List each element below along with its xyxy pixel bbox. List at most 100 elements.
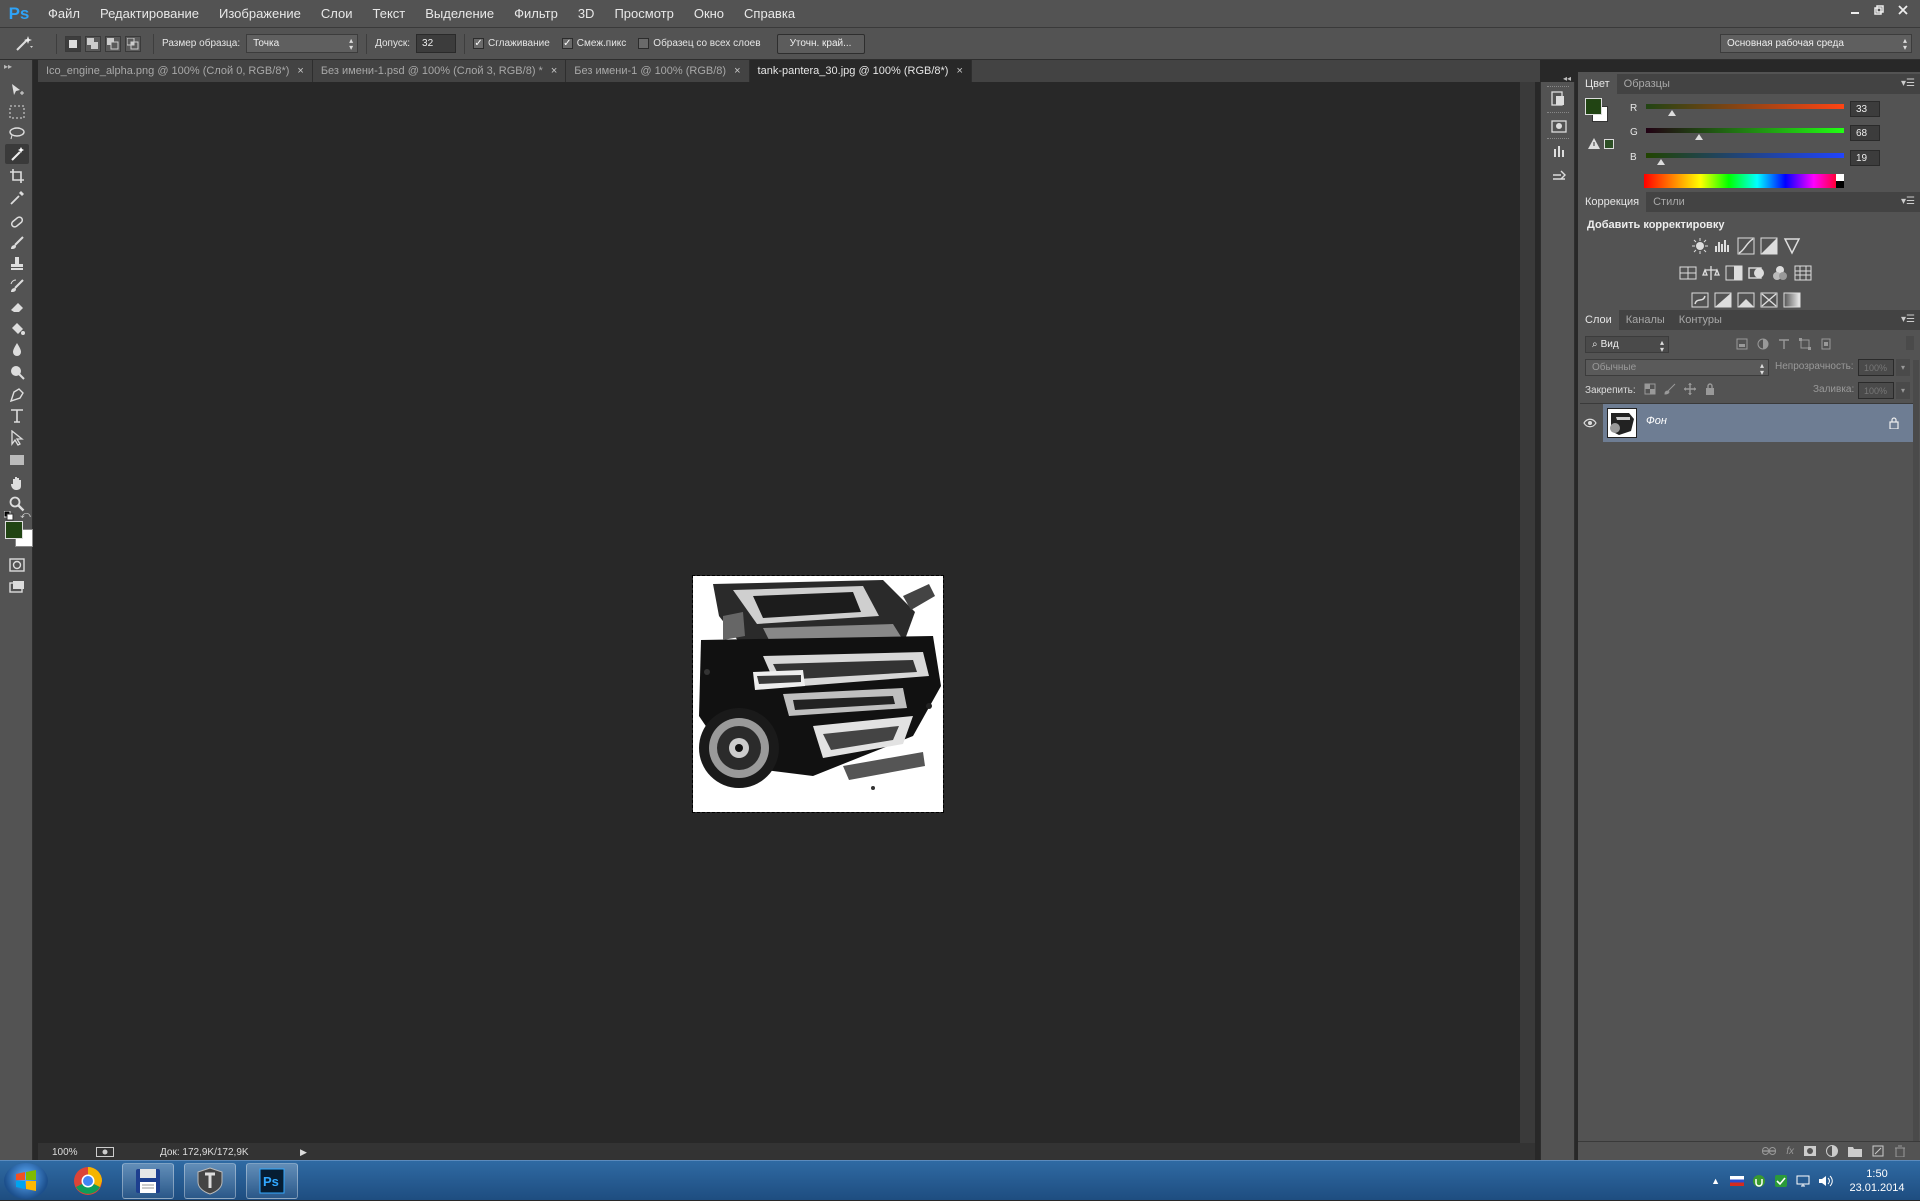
close-tab-icon[interactable]: × bbox=[551, 65, 557, 77]
dodge-icon[interactable] bbox=[5, 362, 29, 382]
selective-color-icon[interactable] bbox=[1760, 291, 1778, 309]
lock-all-icon[interactable] bbox=[1704, 383, 1716, 395]
minimize-icon[interactable] bbox=[1844, 2, 1866, 18]
spectrum-black-swatch[interactable] bbox=[1836, 181, 1844, 188]
brush-icon[interactable] bbox=[5, 233, 29, 253]
color-balance-icon[interactable] bbox=[1702, 264, 1720, 282]
panel-menu-icon[interactable]: ▾☰ bbox=[1901, 314, 1915, 325]
tab-adjustments[interactable]: Коррекция bbox=[1578, 192, 1647, 212]
black-white-icon[interactable] bbox=[1725, 264, 1743, 282]
menu-3d[interactable]: 3D bbox=[568, 0, 605, 28]
marquee-icon[interactable] bbox=[5, 102, 29, 122]
filter-shape-icon[interactable] bbox=[1799, 338, 1811, 350]
pen-icon[interactable] bbox=[5, 385, 29, 405]
filter-adjustment-icon[interactable] bbox=[1757, 338, 1769, 350]
menu-help[interactable]: Справка bbox=[734, 0, 805, 28]
dock-grip[interactable] bbox=[1547, 112, 1569, 115]
workspace-select[interactable]: Основная рабочая среда ▴ ▾ bbox=[1720, 34, 1912, 53]
doc-tab[interactable]: Без имени-1.psd @ 100% (Слой 3, RGB/8) *… bbox=[313, 60, 567, 82]
spectrum-white-swatch[interactable] bbox=[1836, 174, 1844, 181]
default-colors-icon[interactable] bbox=[4, 511, 14, 521]
add-to-selection-button[interactable] bbox=[85, 35, 101, 52]
all-layers-checkbox[interactable] bbox=[638, 38, 650, 49]
menu-window[interactable]: Окно bbox=[684, 0, 734, 28]
language-flag-icon[interactable] bbox=[1730, 1176, 1744, 1186]
hue-saturation-icon[interactable] bbox=[1679, 264, 1697, 282]
brush-presets-icon[interactable] bbox=[1550, 142, 1568, 160]
security-tray-icon[interactable] bbox=[1774, 1174, 1788, 1188]
tab-channels[interactable]: Каналы bbox=[1619, 310, 1672, 330]
delete-layer-icon[interactable] bbox=[1894, 1145, 1906, 1157]
curves-icon[interactable] bbox=[1737, 237, 1755, 255]
lock-transparent-icon[interactable] bbox=[1644, 383, 1656, 395]
taskbar-chrome[interactable] bbox=[62, 1163, 114, 1199]
clone-stamp-icon[interactable] bbox=[5, 254, 29, 274]
layer-visibility-toggle[interactable] bbox=[1578, 404, 1602, 442]
rectangle-icon[interactable] bbox=[5, 450, 29, 470]
color-lookup-icon[interactable] bbox=[1794, 264, 1812, 282]
close-tab-icon[interactable]: × bbox=[734, 65, 740, 77]
lock-pixels-icon[interactable] bbox=[1664, 383, 1676, 395]
gradient-map-icon[interactable] bbox=[1783, 291, 1801, 309]
vertical-scrollbar[interactable] bbox=[1520, 82, 1535, 1146]
sample-size-select[interactable]: Точка ▴ ▾ bbox=[246, 34, 359, 53]
move-icon[interactable] bbox=[5, 80, 29, 100]
fill-input[interactable]: 100% bbox=[1858, 382, 1894, 399]
fx-icon[interactable]: fx bbox=[1786, 1146, 1794, 1157]
network-tray-icon[interactable] bbox=[1796, 1174, 1810, 1188]
collapse-arrows-icon[interactable]: ◂◂ bbox=[1563, 74, 1571, 83]
dock-grip[interactable] bbox=[1547, 86, 1569, 89]
channel-r-thumb[interactable] bbox=[1667, 110, 1676, 116]
lock-position-icon[interactable] bbox=[1684, 383, 1696, 395]
healing-brush-icon[interactable] bbox=[5, 212, 29, 232]
close-tab-icon[interactable]: × bbox=[956, 65, 962, 77]
doc-tab-active[interactable]: tank-pantera_30.jpg @ 100% (RGB/8*) × bbox=[749, 60, 972, 82]
channel-g-value[interactable]: 68 bbox=[1850, 125, 1880, 141]
zoom-level[interactable]: 100% bbox=[52, 1147, 84, 1158]
taskbar-world-of-tanks[interactable] bbox=[184, 1163, 236, 1199]
info-panel-icon[interactable] bbox=[1550, 116, 1568, 134]
hand-icon[interactable] bbox=[5, 473, 29, 493]
color-spectrum-bar[interactable] bbox=[1644, 174, 1842, 188]
magic-wand-icon[interactable] bbox=[5, 144, 29, 164]
opacity-dropdown-icon[interactable]: ▾ bbox=[1896, 359, 1910, 376]
engine-image[interactable] bbox=[692, 575, 944, 813]
utorrent-tray-icon[interactable] bbox=[1752, 1174, 1766, 1188]
status-menu-arrow-icon[interactable]: ▶ bbox=[300, 1147, 307, 1158]
eyedropper-icon[interactable] bbox=[5, 188, 29, 208]
tolerance-input[interactable]: 32 bbox=[416, 34, 457, 53]
menu-layer[interactable]: Слои bbox=[311, 0, 363, 28]
restore-icon[interactable] bbox=[1868, 2, 1890, 18]
levels-icon[interactable] bbox=[1714, 237, 1732, 255]
filter-type-icon[interactable] bbox=[1778, 338, 1790, 350]
link-layers-icon[interactable] bbox=[1762, 1146, 1777, 1156]
channel-r-value[interactable]: 33 bbox=[1850, 101, 1880, 117]
tool-preset-picker[interactable] bbox=[0, 30, 48, 58]
foreground-color-swatch[interactable] bbox=[5, 521, 23, 539]
crop-icon[interactable] bbox=[5, 166, 29, 186]
volume-tray-icon[interactable] bbox=[1818, 1174, 1834, 1188]
close-icon[interactable] bbox=[1892, 2, 1914, 18]
status-preview-icon[interactable] bbox=[96, 1147, 114, 1157]
invert-icon[interactable] bbox=[1691, 291, 1709, 309]
tab-layers[interactable]: Слои bbox=[1578, 310, 1619, 330]
tray-expand-icon[interactable]: ▲ bbox=[1711, 1176, 1720, 1186]
tab-color[interactable]: Цвет bbox=[1578, 74, 1617, 94]
screen-mode-icon[interactable] bbox=[5, 577, 29, 597]
taskbar-save-app[interactable] bbox=[122, 1163, 174, 1199]
panel-menu-icon[interactable]: ▾☰ bbox=[1901, 196, 1915, 207]
posterize-icon[interactable] bbox=[1714, 291, 1732, 309]
exposure-icon[interactable] bbox=[1760, 237, 1778, 255]
contiguous-checkbox[interactable]: ✓ bbox=[561, 38, 573, 49]
menu-edit[interactable]: Редактирование bbox=[90, 0, 209, 28]
quick-mask-icon[interactable] bbox=[5, 555, 29, 575]
layers-scrollbar[interactable] bbox=[1913, 360, 1919, 1150]
menu-type[interactable]: Текст bbox=[363, 0, 416, 28]
tool-presets-icon[interactable] bbox=[1550, 166, 1568, 184]
channel-b-slider[interactable] bbox=[1646, 153, 1844, 158]
collapse-arrows-icon[interactable]: ▸▸ bbox=[4, 62, 12, 71]
add-mask-icon[interactable] bbox=[1804, 1145, 1816, 1157]
channel-mixer-icon[interactable] bbox=[1771, 264, 1789, 282]
new-adjustment-layer-icon[interactable] bbox=[1826, 1145, 1838, 1157]
eraser-icon[interactable] bbox=[5, 297, 29, 317]
